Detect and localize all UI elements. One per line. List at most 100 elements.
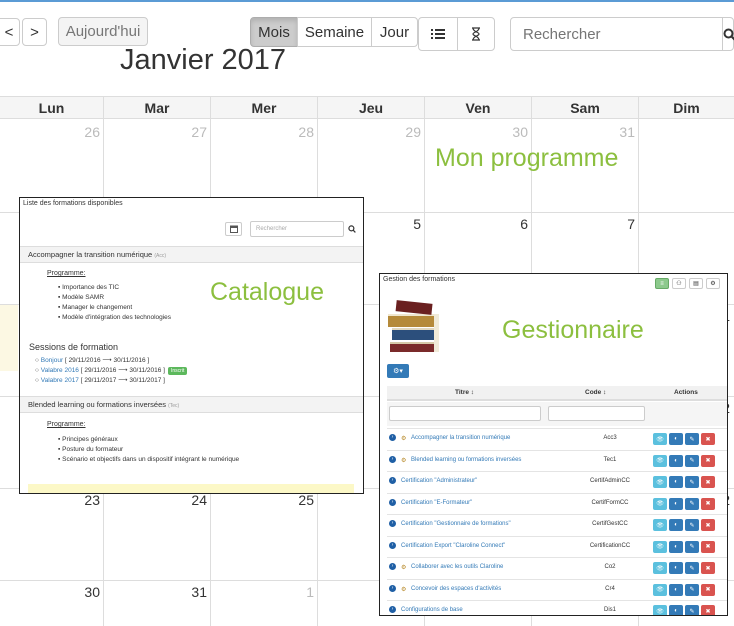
next-button[interactable]: > bbox=[22, 18, 47, 46]
expand-icon[interactable]: › bbox=[389, 477, 396, 484]
list-view-icon[interactable]: ≡ bbox=[655, 278, 669, 289]
view-month-button[interactable]: Mois bbox=[250, 17, 298, 47]
table-row[interactable]: › ⚙ Concevoir des espaces d'activités Cr4 👁 ◐… bbox=[387, 578, 727, 601]
delete-button[interactable]: ✖ bbox=[701, 562, 715, 574]
course-title-link[interactable]: Accompagner la transition numérique bbox=[411, 435, 510, 441]
table-row[interactable]: › Certification "E-Formateur" CertifFormCC… bbox=[387, 492, 727, 515]
course-title-link[interactable]: Blended learning ou formations inversées bbox=[411, 457, 521, 463]
session-link[interactable]: Valabre 2017 bbox=[41, 377, 79, 384]
table-row[interactable]: › ⚙ Accompagner la transition numérique Acc… bbox=[387, 428, 727, 450]
edit-button[interactable]: ✎ bbox=[685, 605, 699, 615]
day-number[interactable]: 26 bbox=[70, 124, 100, 140]
delete-button[interactable]: ✖ bbox=[701, 476, 715, 488]
sessions-button[interactable]: ◐ bbox=[669, 540, 683, 553]
table-row[interactable]: › Certification Export "Claroline Connect… bbox=[387, 535, 727, 558]
course-section-title[interactable]: Accompagner la transition numérique (Acc… bbox=[20, 246, 363, 263]
sessions-button[interactable]: ◐ bbox=[669, 454, 683, 467]
day-number[interactable]: 30 bbox=[70, 584, 100, 600]
users-icon[interactable]: ⚇ bbox=[672, 278, 686, 289]
view-button[interactable]: 👁 bbox=[653, 433, 667, 445]
search-input[interactable] bbox=[511, 18, 722, 50]
delete-button[interactable]: ✖ bbox=[701, 497, 715, 510]
view-day-button[interactable]: Jour bbox=[371, 17, 418, 47]
calendar-button[interactable] bbox=[225, 222, 242, 236]
session-link[interactable]: Valabre 2016 bbox=[41, 367, 79, 374]
sessions-button[interactable]: ◐ bbox=[669, 583, 683, 596]
day-number[interactable]: 31 bbox=[605, 124, 635, 140]
day-number[interactable]: 5 bbox=[391, 216, 421, 232]
view-button[interactable]: 👁 bbox=[653, 605, 667, 615]
course-title-link[interactable]: Certification "E-Formateur" bbox=[401, 500, 472, 506]
sessions-button[interactable]: ◐ bbox=[669, 605, 683, 615]
day-number[interactable]: 30 bbox=[498, 124, 528, 140]
course-title-link[interactable]: Configurations de base bbox=[401, 607, 463, 613]
view-button[interactable]: 👁 bbox=[653, 540, 667, 553]
view-button[interactable]: 👁 bbox=[653, 497, 667, 510]
catalogue-search-button[interactable] bbox=[344, 221, 360, 237]
search-button[interactable] bbox=[722, 18, 734, 50]
sessions-button[interactable]: ◐ bbox=[669, 433, 683, 445]
edit-button[interactable]: ✎ bbox=[685, 433, 699, 445]
view-button[interactable]: 👁 bbox=[653, 562, 667, 574]
course-title-link[interactable]: Certification "Administrateur" bbox=[401, 478, 477, 484]
edit-button[interactable]: ✎ bbox=[685, 583, 699, 596]
day-number[interactable]: 29 bbox=[391, 124, 421, 140]
expand-icon[interactable]: › bbox=[389, 541, 396, 549]
settings-icon[interactable]: ⚙ bbox=[706, 278, 720, 289]
day-number[interactable]: 24 bbox=[177, 492, 207, 508]
course-title-link[interactable]: Certification "Gestionnaire de formation… bbox=[401, 521, 511, 527]
table-row[interactable]: › Certification "Gestionnaire de formatio… bbox=[387, 514, 727, 536]
catalogue-search-input[interactable]: Rechercher bbox=[250, 221, 344, 237]
expand-icon[interactable]: › bbox=[389, 606, 396, 613]
expand-icon[interactable]: › bbox=[389, 520, 396, 527]
expand-icon[interactable]: › bbox=[389, 434, 396, 441]
sessions-button[interactable]: ◐ bbox=[669, 497, 683, 510]
sessions-button[interactable]: ◐ bbox=[669, 519, 683, 531]
sessions-button[interactable]: ◐ bbox=[669, 476, 683, 488]
hourglass-button[interactable] bbox=[457, 17, 495, 51]
edit-button[interactable]: ✎ bbox=[685, 476, 699, 488]
course-title-link[interactable]: Certification Export "Claroline Connect" bbox=[401, 543, 505, 549]
table-row[interactable]: › Certification "Administrateur" CertifAdm… bbox=[387, 471, 727, 493]
view-button[interactable]: 👁 bbox=[653, 519, 667, 531]
course-title-link[interactable]: Concevoir des espaces d'activités bbox=[411, 586, 501, 592]
expand-icon[interactable]: › bbox=[389, 455, 396, 463]
delete-button[interactable]: ✖ bbox=[701, 605, 715, 615]
archive-icon[interactable]: ▤ bbox=[689, 278, 703, 289]
view-button[interactable]: 👁 bbox=[653, 476, 667, 488]
prev-button[interactable]: < bbox=[0, 18, 20, 46]
edit-button[interactable]: ✎ bbox=[685, 562, 699, 574]
sessions-button[interactable]: ◐ bbox=[669, 562, 683, 574]
day-number[interactable]: 28 bbox=[284, 124, 314, 140]
expand-icon[interactable]: › bbox=[389, 498, 396, 506]
day-number[interactable]: 7 bbox=[605, 216, 635, 232]
delete-button[interactable]: ✖ bbox=[701, 433, 715, 445]
expand-icon[interactable]: › bbox=[389, 563, 396, 570]
delete-button[interactable]: ✖ bbox=[701, 583, 715, 596]
delete-button[interactable]: ✖ bbox=[701, 454, 715, 467]
view-week-button[interactable]: Semaine bbox=[297, 17, 372, 47]
edit-button[interactable]: ✎ bbox=[685, 540, 699, 553]
delete-button[interactable]: ✖ bbox=[701, 519, 715, 531]
code-filter-input[interactable] bbox=[548, 406, 645, 421]
day-number[interactable]: 6 bbox=[498, 216, 528, 232]
today-button[interactable]: Aujourd'hui bbox=[58, 17, 148, 46]
edit-button[interactable]: ✎ bbox=[685, 497, 699, 510]
edit-button[interactable]: ✎ bbox=[685, 519, 699, 531]
column-code[interactable]: Code ↕ bbox=[585, 389, 606, 396]
view-button[interactable]: 👁 bbox=[653, 583, 667, 596]
list-view-button[interactable] bbox=[418, 17, 458, 51]
day-number[interactable]: 1 bbox=[284, 584, 314, 600]
column-title[interactable]: Titre ↕ bbox=[455, 389, 474, 396]
course-title-link[interactable]: Collaborer avec les outils Claroline bbox=[411, 564, 503, 570]
day-number[interactable]: 23 bbox=[70, 492, 100, 508]
expand-icon[interactable]: › bbox=[389, 584, 396, 592]
session-link[interactable]: Bonjour bbox=[41, 357, 63, 364]
day-number[interactable]: 25 bbox=[284, 492, 314, 508]
view-button[interactable]: 👁 bbox=[653, 454, 667, 467]
course-section-title[interactable]: Blended learning ou formations inversées… bbox=[20, 396, 363, 413]
table-row[interactable]: › ⚙ Collaborer avec les outils Claroline Co… bbox=[387, 557, 727, 579]
title-filter-input[interactable] bbox=[389, 406, 541, 421]
delete-button[interactable]: ✖ bbox=[701, 540, 715, 553]
table-row[interactable]: › ⚙ Blended learning ou formations inversé… bbox=[387, 449, 727, 472]
